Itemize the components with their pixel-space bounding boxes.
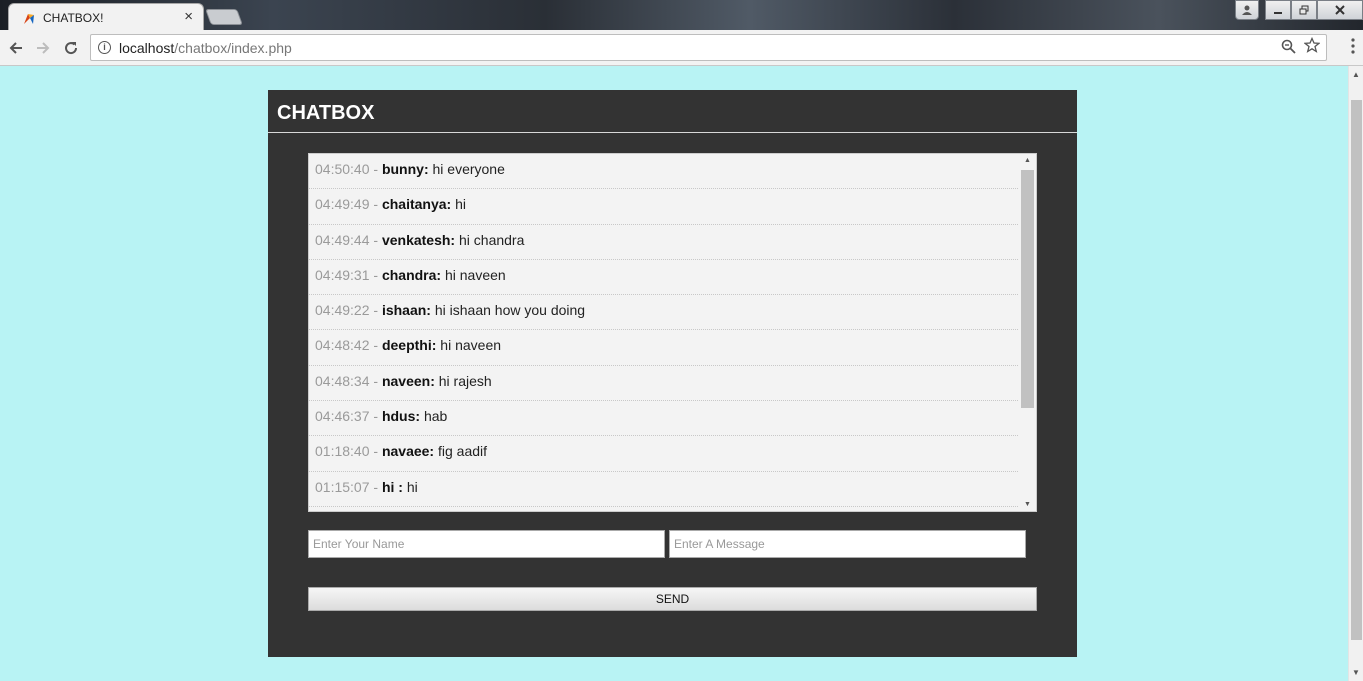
message-row: 01:15:07 - hi : hi: [309, 472, 1020, 507]
window-close-button[interactable]: [1317, 0, 1363, 20]
restore-button[interactable]: [1291, 0, 1317, 20]
message-separator: -: [373, 478, 379, 495]
close-icon[interactable]: ×: [184, 8, 193, 25]
message-time: 04:46:37: [315, 408, 370, 425]
messages-scrollbar[interactable]: ▲ ▼: [1019, 154, 1036, 511]
message-text: hi everyone: [432, 161, 505, 177]
message-time: 04:49:31: [315, 266, 370, 283]
browser-toolbar: i localhost/chatbox/index.php: [0, 30, 1363, 66]
message-row: 04:49:49 - chaitanya: hi: [309, 189, 1020, 225]
message-text: hi: [406, 478, 418, 495]
message-time: 04:48:34: [315, 372, 370, 389]
message-separator: -: [373, 337, 379, 354]
url-path: /chatbox/index.php: [174, 40, 292, 56]
send-button[interactable]: SEND: [308, 587, 1037, 611]
message-text: hi naveen: [440, 337, 502, 354]
page-scrollbar[interactable]: ▲ ▼: [1348, 66, 1363, 681]
message-time: 04:49:44: [315, 231, 370, 248]
message-time: 04:49:22: [315, 302, 370, 319]
message-separator: -: [373, 443, 379, 460]
url-host: localhost: [119, 40, 175, 56]
chrome-favicon: [24, 14, 34, 24]
menu-icon[interactable]: [1351, 38, 1355, 54]
tab-title: CHATBOX!: [43, 11, 104, 25]
user-icon[interactable]: [1235, 0, 1259, 20]
message-input[interactable]: [669, 530, 1026, 558]
message-author: chaitanya:: [381, 196, 452, 213]
messages-area[interactable]: 04:50:40 - bunny: hi everyone 04:49:49 - …: [308, 153, 1037, 512]
message-separator: -: [373, 408, 379, 425]
scroll-down-icon[interactable]: ▼: [1024, 501, 1031, 508]
scroll-up-icon[interactable]: ▲: [1024, 157, 1031, 164]
zoom-icon[interactable]: [1281, 39, 1296, 58]
messages-scrollbar-thumb[interactable]: [1021, 170, 1034, 408]
back-icon[interactable]: [5, 37, 27, 59]
browser-tab[interactable]: CHATBOX! ×: [8, 3, 204, 31]
chatbox-title: CHATBOX: [277, 102, 375, 124]
message-row: 01:18:40 - navaee: fig aadif: [309, 436, 1020, 472]
message-author: deepthi:: [381, 337, 437, 354]
message-time: 01:15:07: [315, 478, 370, 495]
message-text: hab: [423, 408, 448, 425]
message-text: hi naveen: [444, 266, 506, 283]
message-row: 04:49:31 - chandra: hi naveen: [309, 260, 1020, 296]
message-author: bunny:: [381, 161, 429, 177]
message-author: ishaan:: [381, 302, 431, 319]
address-bar[interactable]: i localhost/chatbox/index.php: [90, 34, 1327, 61]
message-time: 01:18:40: [315, 443, 370, 460]
message-time: 04:48:42: [315, 337, 370, 354]
message-text: hi ishaan how you doing: [434, 302, 586, 319]
message-separator: -: [373, 266, 379, 283]
forward-icon[interactable]: [32, 37, 54, 59]
message-row: 04:49:22 - ishaan: hi ishaan how you doi…: [309, 295, 1020, 331]
scroll-up-icon[interactable]: ▲: [1352, 70, 1360, 79]
message-separator: -: [373, 161, 379, 177]
message-author: venkatesh:: [381, 231, 456, 248]
window-controls: [1235, 0, 1363, 20]
message-separator: -: [373, 302, 379, 319]
message-text: hi rajesh: [438, 372, 492, 389]
message-row: 04:46:37 - hdus: hab: [309, 401, 1020, 437]
chatbox-panel: CHATBOX 04:50:40 - bunny: hi everyone 04:…: [268, 90, 1077, 657]
message-author: hi :: [381, 478, 403, 495]
message-list: 04:50:40 - bunny: hi everyone 04:49:49 - …: [309, 154, 1020, 507]
message-author: naveen:: [381, 372, 435, 389]
message-row: 04:48:42 - deepthi: hi naveen: [309, 330, 1020, 366]
star-icon[interactable]: [1303, 36, 1321, 58]
chatbox-header: CHATBOX: [268, 90, 1077, 133]
page-scrollbar-thumb[interactable]: [1351, 100, 1362, 640]
message-text: fig aadif: [438, 443, 488, 460]
scroll-down-icon[interactable]: ▼: [1352, 668, 1360, 677]
message-separator: -: [373, 372, 379, 389]
message-author: chandra:: [381, 266, 442, 283]
message-separator: -: [373, 196, 379, 213]
url-text[interactable]: localhost/chatbox/index.php: [119, 40, 292, 56]
message-separator: -: [373, 231, 379, 248]
message-time: 04:49:49: [315, 196, 370, 213]
message-row: 04:50:40 - bunny: hi everyone: [309, 154, 1020, 190]
reload-icon[interactable]: [60, 37, 82, 59]
name-input[interactable]: [308, 530, 665, 558]
new-tab-button[interactable]: [205, 9, 243, 25]
window-titlebar: CHATBOX! ×: [0, 0, 1363, 31]
message-time: 04:50:40: [315, 161, 370, 177]
minimize-button[interactable]: [1265, 0, 1291, 20]
info-icon[interactable]: i: [98, 41, 111, 54]
message-text: hi: [455, 196, 466, 213]
message-text: hi chandra: [459, 231, 525, 248]
message-row: 04:49:44 - venkatesh: hi chandra: [309, 225, 1020, 260]
message-row: 04:48:34 - naveen: hi rajesh: [309, 366, 1020, 402]
message-author: navaee:: [381, 443, 435, 460]
message-author: hdus:: [381, 408, 421, 425]
